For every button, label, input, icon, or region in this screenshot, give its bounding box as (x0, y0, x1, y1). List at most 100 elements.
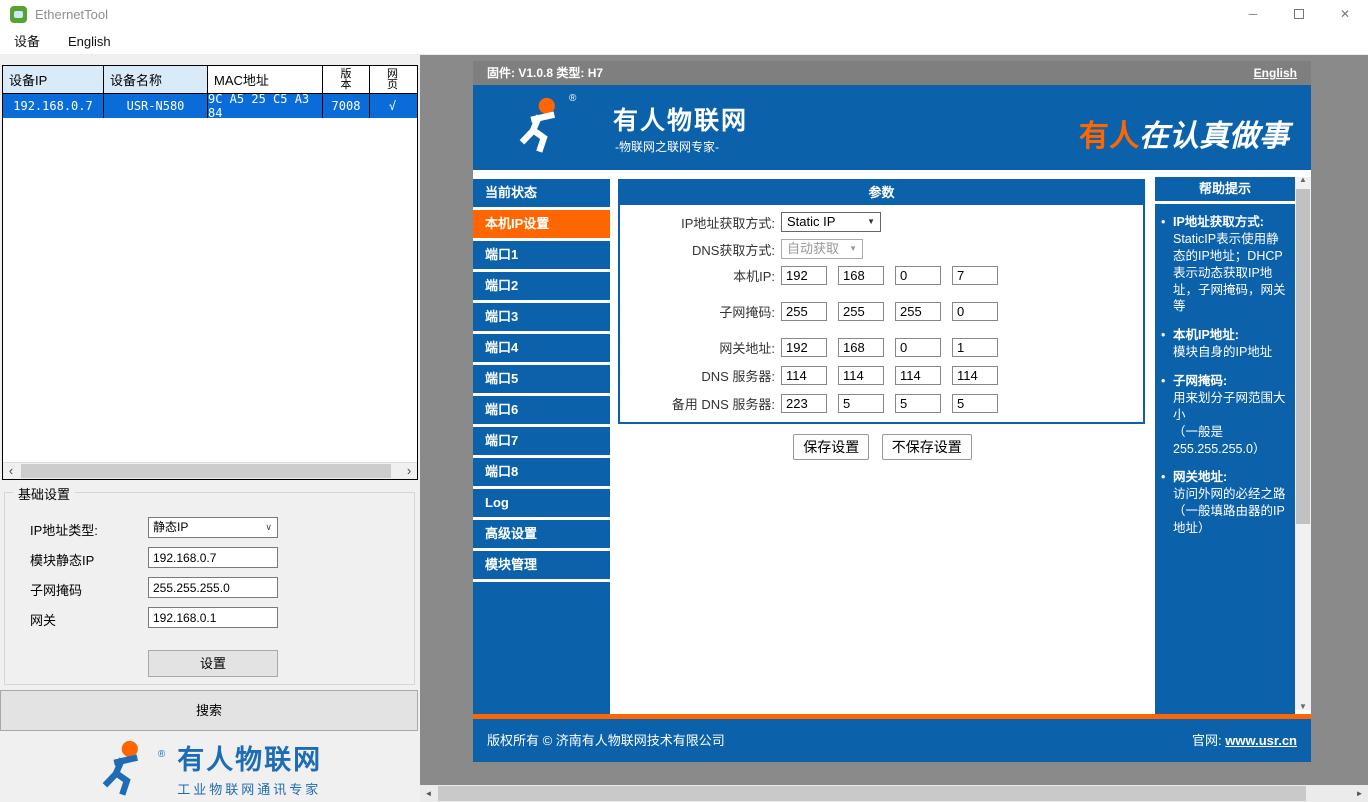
parameters-title: 参数 (620, 181, 1143, 205)
logo-tagline: 工业物联网通讯专家 (177, 779, 322, 798)
embedded-browser: 固件: V1.0.8 类型: H7 English ® 有人物联网 -物联网之联… (420, 55, 1368, 802)
nav-port8[interactable]: 端口8 (473, 458, 610, 486)
help-body: • IP地址获取方式:StaticIP表示使用静态的IP地址；DHCP表示动态获… (1155, 204, 1295, 714)
table-horizontal-scrollbar[interactable]: ‹ › (3, 462, 417, 479)
nav-port3[interactable]: 端口3 (473, 303, 610, 331)
scrollbar-thumb[interactable] (21, 464, 391, 478)
discard-settings-button[interactable]: 不保存设置 (882, 434, 972, 460)
device-table-header: 设备IP 设备名称 MAC地址 版本 网页 (3, 66, 417, 94)
parameters-box: 参数 IP地址获取方式: Static IP ▼ DNS获取方式: 自动获取 ▼ (618, 179, 1145, 424)
device-web-link[interactable]: √ (370, 94, 415, 118)
gateway-octet-4[interactable] (952, 338, 998, 357)
help-item-ip-mode: • IP地址获取方式:StaticIP表示使用静态的IP地址；DHCP表示动态获… (1161, 214, 1289, 315)
nav-module-management[interactable]: 模块管理 (473, 551, 610, 579)
backup-dns-octet-1[interactable] (781, 394, 827, 413)
dns-server-label: DNS 服务器: (620, 366, 775, 385)
backup-dns-octet-4[interactable] (952, 394, 998, 413)
mask-octet-1[interactable] (781, 302, 827, 321)
static-ip-input[interactable] (148, 547, 278, 568)
dns-octet-1[interactable] (781, 366, 827, 385)
scroll-down-icon[interactable]: ▼ (1295, 700, 1311, 714)
scroll-up-icon[interactable]: ▲ (1295, 173, 1311, 187)
english-link[interactable]: English (1254, 61, 1297, 85)
nav-port5[interactable]: 端口5 (473, 365, 610, 393)
gateway-label: 网关 (30, 610, 56, 629)
column-mac[interactable]: MAC地址 (208, 66, 323, 93)
nav-port6[interactable]: 端口6 (473, 396, 610, 424)
maximize-button[interactable] (1276, 0, 1322, 28)
subnet-mask-label: 子网掩码: (620, 302, 775, 321)
scroll-right-icon[interactable]: ► (1351, 785, 1368, 802)
minimize-icon: ─ (1249, 7, 1258, 21)
registered-mark: ® (158, 749, 165, 760)
local-ip-octet-1[interactable] (781, 266, 827, 285)
close-icon: ✕ (1340, 7, 1350, 21)
local-ip-octet-4[interactable] (952, 266, 998, 285)
bullet-icon: • (1161, 214, 1173, 315)
help-item-local-ip: • 本机IP地址:模块自身的IP地址 (1161, 327, 1289, 361)
nav-log[interactable]: Log (473, 489, 610, 517)
local-ip-label: 本机IP: (620, 266, 775, 285)
ip-mode-select[interactable]: Static IP ▼ (781, 212, 881, 232)
minimize-button[interactable]: ─ (1230, 0, 1276, 28)
nav-advanced-settings[interactable]: 高级设置 (473, 520, 610, 548)
scrollbar-thumb[interactable] (438, 786, 1306, 801)
nav-port1[interactable]: 端口1 (473, 241, 610, 269)
dns-octet-3[interactable] (895, 366, 941, 385)
backup-dns-octet-3[interactable] (895, 394, 941, 413)
menu-device[interactable]: 设备 (0, 28, 54, 55)
dns-octet-2[interactable] (838, 366, 884, 385)
help-title: 帮助提示 (1155, 177, 1295, 201)
menu-english[interactable]: English (54, 28, 125, 55)
column-web[interactable]: 网页 (370, 66, 415, 93)
ip-type-select[interactable]: 静态IP ∨ (148, 517, 278, 538)
gateway-octet-1[interactable] (781, 338, 827, 357)
usr-website-link[interactable]: www.usr.cn (1225, 733, 1297, 748)
side-nav: 当前状态 本机IP设置 端口1 端口2 端口3 端口4 端口5 端口6 端口7 … (473, 173, 610, 714)
mask-input[interactable] (148, 577, 278, 598)
mask-octet-3[interactable] (895, 302, 941, 321)
search-button[interactable]: 搜索 (0, 690, 418, 731)
nav-current-status[interactable]: 当前状态 (473, 179, 610, 207)
backup-dns-octet-2[interactable] (838, 394, 884, 413)
scrollbar-thumb[interactable] (1296, 189, 1310, 524)
scroll-right-icon[interactable]: › (401, 463, 417, 479)
nav-local-ip-settings[interactable]: 本机IP设置 (473, 210, 610, 238)
bullet-icon: • (1161, 327, 1173, 361)
device-mac-cell: 9C A5 25 C5 A3 84 (208, 94, 323, 118)
dns-octet-4[interactable] (952, 366, 998, 385)
page-header: ® 有人物联网 -物联网之联网专家- 有人在认真做事 (473, 85, 1311, 173)
gateway-octet-2[interactable] (838, 338, 884, 357)
app-icon (10, 6, 27, 23)
column-device-name[interactable]: 设备名称 (104, 66, 208, 93)
set-button[interactable]: 设置 (148, 650, 278, 677)
device-ip-cell: 192.168.0.7 (3, 94, 104, 118)
page-vertical-scrollbar[interactable]: ▲ ▼ (1295, 173, 1311, 714)
device-panel: 设备IP 设备名称 MAC地址 版本 网页 192.168.0.7 USR-N5… (0, 55, 420, 802)
save-settings-button[interactable]: 保存设置 (793, 434, 869, 460)
gateway-input[interactable] (148, 607, 278, 628)
scroll-left-icon[interactable]: ‹ (3, 463, 19, 479)
mask-octet-2[interactable] (838, 302, 884, 321)
column-version[interactable]: 版本 (323, 66, 370, 93)
page-footer: 版权所有 © 济南有人物联网技术有限公司 官网: www.usr.cn (473, 719, 1311, 762)
device-version-cell: 7008 (323, 94, 370, 118)
close-button[interactable]: ✕ (1322, 0, 1368, 28)
menu-bar: 设备 English (0, 28, 1368, 55)
nav-port7[interactable]: 端口7 (473, 427, 610, 455)
combo-arrow-icon: ∨ (265, 518, 272, 537)
scroll-left-icon[interactable]: ◄ (420, 785, 437, 802)
nav-port4[interactable]: 端口4 (473, 334, 610, 362)
mask-octet-4[interactable] (952, 302, 998, 321)
device-row[interactable]: 192.168.0.7 USR-N580 9C A5 25 C5 A3 84 7… (3, 94, 417, 118)
gateway-octet-3[interactable] (895, 338, 941, 357)
nav-filler (473, 582, 610, 714)
column-device-ip[interactable]: 设备IP (3, 66, 104, 93)
local-ip-octet-2[interactable] (838, 266, 884, 285)
usr-person-icon (98, 739, 150, 797)
usr-logo: ® 有人物联网 工业物联网通讯专家 (0, 738, 420, 798)
local-ip-octet-3[interactable] (895, 266, 941, 285)
browser-horizontal-scrollbar[interactable]: ◄ ► (420, 785, 1368, 802)
device-table: 设备IP 设备名称 MAC地址 版本 网页 192.168.0.7 USR-N5… (2, 65, 418, 480)
nav-port2[interactable]: 端口2 (473, 272, 610, 300)
